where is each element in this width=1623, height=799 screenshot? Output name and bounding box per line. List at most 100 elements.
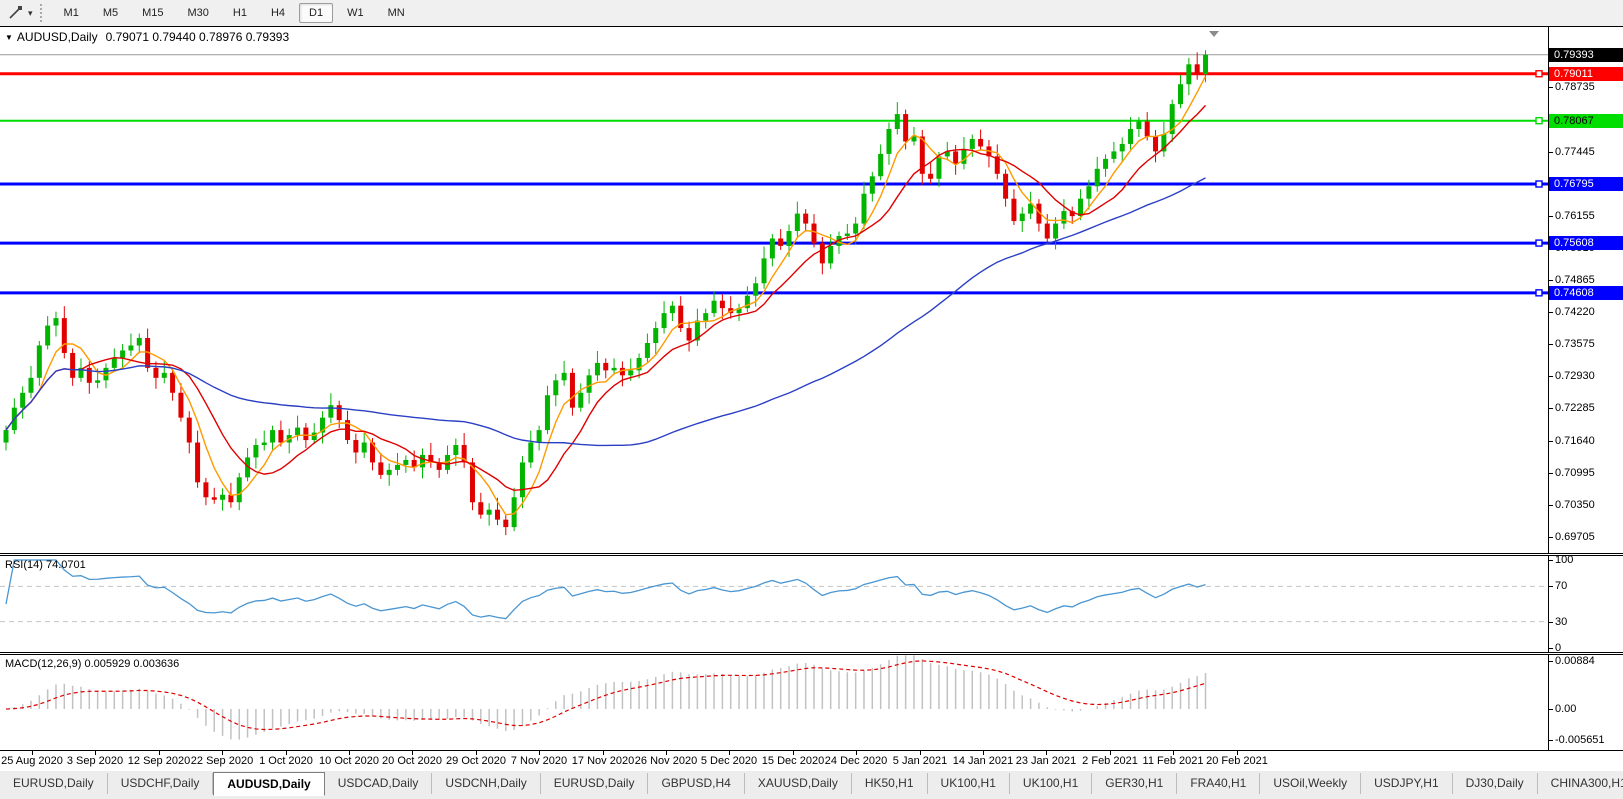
date-label: 20 Feb 2021 xyxy=(1206,755,1268,767)
date-label: 17 Nov 2020 xyxy=(572,755,634,767)
tab-gbpusd-h4[interactable]: GBPUSD,H4 xyxy=(648,773,744,794)
date-label: 11 Feb 2021 xyxy=(1143,755,1204,767)
timeframe-button-m30[interactable]: M30 xyxy=(178,3,219,23)
date-label: 12 Sep 2020 xyxy=(128,755,190,767)
tab-usdcnh-daily[interactable]: USDCNH,Daily xyxy=(432,773,540,794)
date-label: 2 Feb 2021 xyxy=(1082,755,1138,767)
date-label: 24 Dec 2020 xyxy=(825,755,887,767)
date-label: 3 Sep 2020 xyxy=(67,755,123,767)
timeframe-button-w1[interactable]: W1 xyxy=(337,3,374,23)
scale-tick-mark xyxy=(1549,505,1553,506)
panel-separator[interactable] xyxy=(0,652,1623,655)
level-line-handle[interactable] xyxy=(1536,71,1542,77)
scale-tick-mark xyxy=(1549,586,1553,587)
timeframe-toolbar: ▾ M1M5M15M30H1H4D1W1MN xyxy=(0,0,1623,26)
tab-usdchf-daily[interactable]: USDCHF,Daily xyxy=(108,773,214,794)
date-label: 15 Dec 2020 xyxy=(762,755,824,767)
panel-separator[interactable] xyxy=(0,553,1623,556)
collapse-triangle-icon[interactable]: ▼ xyxy=(5,33,13,42)
tab-eurusd-daily[interactable]: EURUSD,Daily xyxy=(541,773,649,794)
tab-uk100-h1[interactable]: UK100,H1 xyxy=(1010,773,1092,794)
macd-panel[interactable]: MACD(12,26,9) 0.005929 0.003636 xyxy=(0,655,1548,750)
moving-average-line xyxy=(6,178,1206,446)
scale-tick-mark xyxy=(1549,216,1553,217)
timeframe-button-m15[interactable]: M15 xyxy=(132,3,173,23)
tab-eurusd-daily[interactable]: EURUSD,Daily xyxy=(0,773,108,794)
scale-tick-mark xyxy=(1549,152,1553,153)
timeframe-button-h4[interactable]: H4 xyxy=(261,3,295,23)
level-price-badge: 0.78067 xyxy=(1549,114,1623,128)
scale-tick-mark xyxy=(1549,441,1553,442)
tab-ger30-h1[interactable]: GER30,H1 xyxy=(1092,773,1177,794)
chart-symbol-label: AUDUSD,Daily xyxy=(17,30,98,44)
scale-tick-mark xyxy=(1549,709,1553,710)
moving-average-line xyxy=(6,76,1206,514)
chart-ohlc-values: 0.79071 0.79440 0.78976 0.79393 xyxy=(106,30,290,44)
tab-usdcad-daily[interactable]: USDCAD,Daily xyxy=(325,773,433,794)
price-tick-label: 0.72285 xyxy=(1555,401,1595,415)
chart-tool-button[interactable]: ▾ xyxy=(4,5,36,21)
level-price-badge: 0.76795 xyxy=(1549,177,1623,191)
tab-audusd-daily[interactable]: AUDUSD,Daily xyxy=(213,772,324,796)
price-tick-label: 0.78735 xyxy=(1555,80,1595,94)
tab-dj30-daily[interactable]: DJ30,Daily xyxy=(1453,773,1538,794)
chart-title: ▼ AUDUSD,Daily 0.79071 0.79440 0.78976 0.7… xyxy=(5,30,289,44)
scale-tick-mark xyxy=(1549,344,1553,345)
scale-tick-mark xyxy=(1549,87,1553,88)
date-label: 25 Aug 2020 xyxy=(1,755,63,767)
price-tick-label: 0.76155 xyxy=(1555,209,1595,223)
price-tick-label: 30 xyxy=(1555,615,1567,629)
tab-xauusd-daily[interactable]: XAUUSD,Daily xyxy=(745,773,852,794)
scale-tick-mark xyxy=(1549,622,1553,623)
timeframe-button-h1[interactable]: H1 xyxy=(223,3,257,23)
date-label: 20 Oct 2020 xyxy=(382,755,442,767)
price-tick-label: 0.69705 xyxy=(1555,530,1595,544)
level-price-badge: 0.75608 xyxy=(1549,236,1623,250)
tab-usoil-weekly[interactable]: USOil,Weekly xyxy=(1260,773,1361,794)
chart-window: ▼ AUDUSD,Daily 0.79071 0.79440 0.78976 0.7… xyxy=(0,26,1623,770)
date-axis[interactable]: 25 Aug 20203 Sep 202012 Sep 202022 Sep 2… xyxy=(0,750,1623,771)
macd-signal-line xyxy=(6,661,1206,730)
price-tick-label: 0.00884 xyxy=(1555,654,1595,668)
tab-usdjpy-h1[interactable]: USDJPY,H1 xyxy=(1361,773,1452,794)
price-tick-label: 0.74220 xyxy=(1555,305,1595,319)
date-label: 10 Oct 2020 xyxy=(319,755,379,767)
timeframe-button-m5[interactable]: M5 xyxy=(93,3,128,23)
dropdown-arrow-icon[interactable]: ▾ xyxy=(28,8,33,19)
tab-hk50-h1[interactable]: HK50,H1 xyxy=(852,773,928,794)
cursor-tool-icon xyxy=(7,5,25,21)
price-tick-label: 0.72930 xyxy=(1555,369,1595,383)
date-label: 5 Dec 2020 xyxy=(701,755,757,767)
level-price-badge: 0.79011 xyxy=(1549,67,1623,81)
toolbar-grip-handle[interactable] xyxy=(40,4,48,22)
timeframe-button-mn[interactable]: MN xyxy=(378,3,415,23)
scale-tick-mark xyxy=(1549,376,1553,377)
price-tick-label: 0.00 xyxy=(1555,702,1576,716)
price-tick-label: 0.74865 xyxy=(1555,273,1595,287)
date-label: 7 Nov 2020 xyxy=(511,755,567,767)
scale-tick-mark xyxy=(1549,408,1553,409)
level-line-handle[interactable] xyxy=(1536,290,1542,296)
level-line-handle[interactable] xyxy=(1536,240,1542,246)
rsi-panel[interactable]: RSI(14) 74.0701 xyxy=(0,556,1548,652)
timeframe-button-d1[interactable]: D1 xyxy=(299,3,333,23)
level-line-handle[interactable] xyxy=(1536,118,1542,124)
current-price-badge: 0.79393 xyxy=(1549,48,1623,62)
timeframe-button-m1[interactable]: M1 xyxy=(54,3,89,23)
date-label: 29 Oct 2020 xyxy=(446,755,506,767)
tab-china300-h1[interactable]: CHINA300,H1 xyxy=(1538,773,1623,794)
date-label: 26 Nov 2020 xyxy=(635,755,697,767)
scale-tick-mark xyxy=(1549,560,1553,561)
price-tick-label: 0.73575 xyxy=(1555,337,1595,351)
scale-tick-mark xyxy=(1549,473,1553,474)
rsi-label: RSI(14) 74.0701 xyxy=(5,559,86,571)
tab-fra40-h1[interactable]: FRA40,H1 xyxy=(1177,773,1260,794)
tab-uk100-h1[interactable]: UK100,H1 xyxy=(928,773,1010,794)
price-scale[interactable]: 0.787350.780900.774450.768000.761550.755… xyxy=(1548,27,1623,771)
level-line-handle[interactable] xyxy=(1536,181,1542,187)
chart-shift-marker[interactable] xyxy=(1209,31,1219,37)
price-tick-label: 0.70995 xyxy=(1555,466,1595,480)
scale-tick-mark xyxy=(1549,648,1553,649)
price-chart-panel[interactable]: ▼ AUDUSD,Daily 0.79071 0.79440 0.78976 0.7… xyxy=(0,27,1548,553)
mt4-window: ▾ M1M5M15M30H1H4D1W1MN ▼ AUDUSD,Daily 0.79… xyxy=(0,0,1623,799)
